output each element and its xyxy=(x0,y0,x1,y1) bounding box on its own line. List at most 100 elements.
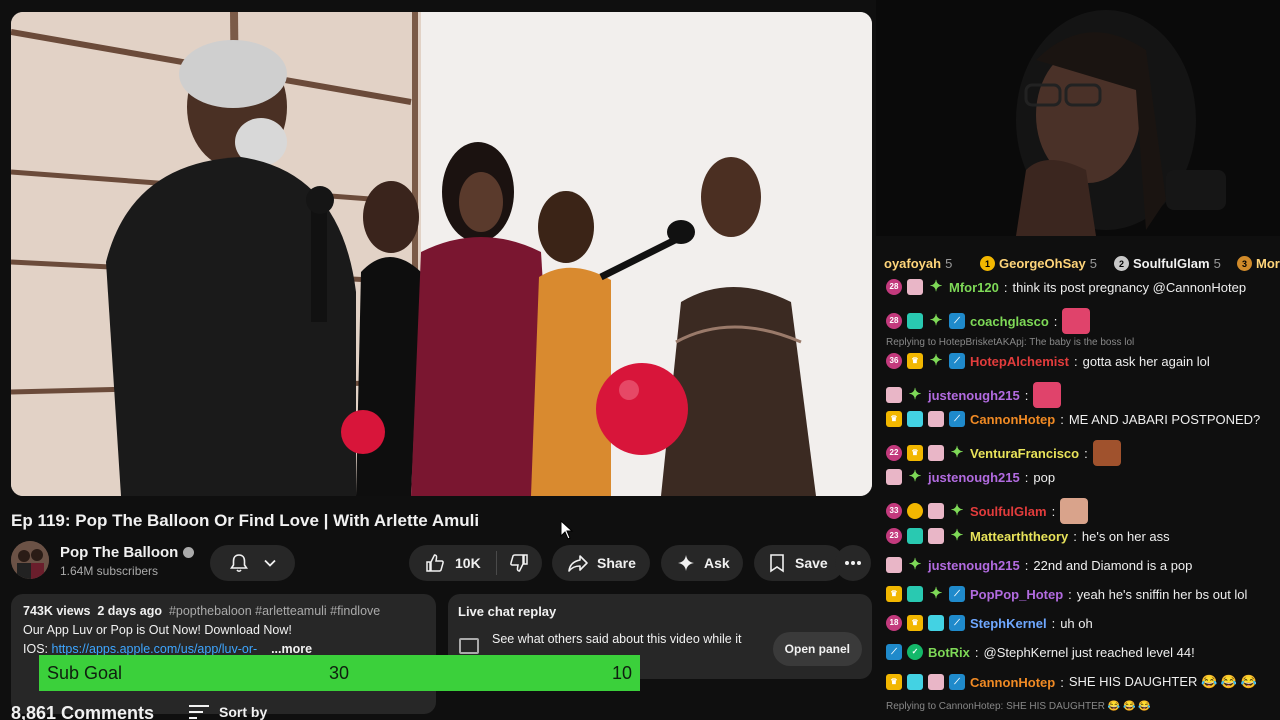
video-player[interactable] xyxy=(11,12,872,496)
prime-badge-icon: ⟋ xyxy=(949,586,965,602)
chat-username[interactable]: CannonHotep xyxy=(970,412,1055,427)
chat-emote-icon xyxy=(1060,498,1089,524)
leaderboard-count: 5 xyxy=(1089,256,1097,271)
chat-text: pop xyxy=(1033,469,1056,485)
description-meta: 743K views 2 days ago #popthebaloon #arl… xyxy=(23,604,424,618)
chat-username[interactable]: VenturaFrancisco xyxy=(970,446,1079,461)
teal-badge-icon xyxy=(907,528,923,544)
chat-username[interactable]: CannonHotep xyxy=(970,675,1055,690)
webcam-image xyxy=(876,0,1280,236)
chat-reply-context: Replying to CannonHotep: SHE HIS DAUGHTE… xyxy=(886,701,1151,712)
show-more-link[interactable]: ...more xyxy=(271,642,312,656)
chat-message: ⟋ ✓ BotRix: @StephKernel just reached level… xyxy=(886,644,1195,660)
chat-text: he's on her ass xyxy=(1081,528,1170,544)
channel-avatar[interactable] xyxy=(11,541,49,579)
channel-name-text[interactable]: Pop The Balloon xyxy=(60,544,178,561)
chat-message: ♛ ⟋ CannonHotep: SHE HIS DAUGHTER 😂 😂 😂 xyxy=(886,674,1257,690)
chat-separator: : xyxy=(1024,387,1029,403)
prime-badge-icon: ⟋ xyxy=(949,411,965,427)
like-dislike-group: 10K xyxy=(409,545,542,581)
leaderboard-name: GeorgeOhSay xyxy=(999,256,1086,271)
chat-separator: : xyxy=(1073,353,1078,369)
ask-button[interactable]: Ask xyxy=(661,545,743,581)
sub-goal-label: Sub Goal xyxy=(47,662,123,683)
gift-badge-icon xyxy=(886,557,902,573)
star-badge-icon: ✦ xyxy=(929,278,943,295)
ask-label: Ask xyxy=(704,555,730,571)
chat-text: think its post pregnancy @CannonHotep xyxy=(1012,279,1247,295)
chat-text: yeah he's sniffin her bs out lol xyxy=(1076,586,1248,602)
crown-badge-icon: ♛ xyxy=(886,586,902,602)
chat-text: gotta ask her again lol xyxy=(1082,353,1210,369)
reply-text: Replying to CannonHotep: SHE HIS DAUGHTE… xyxy=(886,701,1151,712)
comment-count: 8,861 Comments xyxy=(11,703,155,720)
leaderboard-name: SoulfulGlam xyxy=(1133,256,1210,271)
sub-goal-current: 30 xyxy=(329,662,350,683)
crown-badge-icon: ♛ xyxy=(907,615,923,631)
more-actions-button[interactable] xyxy=(835,545,871,581)
chat-username[interactable]: justenough215 xyxy=(928,470,1020,485)
save-button[interactable]: Save xyxy=(754,545,844,581)
gift-badge-icon xyxy=(886,469,902,485)
chat-message: 28 ✦ Mfor120: think its post pregnancy @Can… xyxy=(886,279,1246,295)
chat-text: uh oh xyxy=(1060,615,1093,631)
chat-username[interactable]: StephKernel xyxy=(970,616,1047,631)
chat-username[interactable]: justenough215 xyxy=(928,558,1020,573)
bookmark-icon xyxy=(770,554,784,573)
hashtags[interactable]: #popthebaloon #arletteamuli #findlove xyxy=(169,604,380,618)
sub-badge-icon: 28 xyxy=(886,313,902,329)
prime-badge-icon: ⟋ xyxy=(949,615,965,631)
star-badge-icon: ✦ xyxy=(950,502,964,519)
sub-badge-icon: 33 xyxy=(886,503,902,519)
star-badge-icon: ✦ xyxy=(929,585,943,602)
description-ios-line: IOS: https://apps.apple.com/us/app/luv-o… xyxy=(23,642,424,656)
dislike-button[interactable] xyxy=(497,553,541,573)
chat-username[interactable]: Mfor120 xyxy=(949,280,999,295)
chat-separator: : xyxy=(1024,557,1029,573)
video-title: Ep 119: Pop The Balloon Or Find Love | W… xyxy=(11,511,480,530)
sub-badge-icon: 28 xyxy=(886,279,902,295)
channel-name[interactable]: Pop The Balloon xyxy=(60,544,195,561)
cyan-badge-icon xyxy=(907,411,923,427)
chat-username[interactable]: BotRix xyxy=(928,645,970,660)
open-panel-button[interactable]: Open panel xyxy=(772,632,862,666)
avatar-image xyxy=(11,541,49,579)
chat-message: 33 ✦ SoulfulGlam: xyxy=(886,498,1089,524)
chat-username[interactable]: HotepAlchemist xyxy=(970,354,1069,369)
coin-badge-icon xyxy=(907,503,923,519)
chat-text: @StephKernel just reached level 44! xyxy=(983,644,1195,660)
chat-message: 18 ♛ ⟋ StephKernel: uh oh xyxy=(886,615,1093,631)
chat-emote-icon xyxy=(1092,440,1121,466)
rank-badge: 1 xyxy=(980,256,995,271)
view-count: 743K views xyxy=(23,604,91,618)
gift-badge-icon xyxy=(907,279,923,295)
teal-badge-icon xyxy=(907,313,923,329)
chat-separator: : xyxy=(974,644,979,660)
sub-badge-icon: 23 xyxy=(886,528,902,544)
prime-badge-icon: ⟋ xyxy=(949,674,965,690)
chat-emote-icon xyxy=(1062,308,1091,334)
chat-separator: : xyxy=(1084,445,1088,461)
chat-username[interactable]: justenough215 xyxy=(928,388,1020,403)
subscription-bell-button[interactable] xyxy=(210,545,295,581)
live-chat-heading: Live chat replay xyxy=(458,604,557,619)
star-badge-icon: ✦ xyxy=(908,468,922,485)
chat-emote-icon xyxy=(1033,382,1062,408)
chat-reply-context: Replying to HotepBrisketAKApj: The baby … xyxy=(886,337,1134,348)
gift-badge-icon xyxy=(928,411,944,427)
thumbs-up-icon xyxy=(426,554,444,572)
chat-username[interactable]: SoulfulGlam xyxy=(970,504,1047,519)
leaderboard-entry: oyafoyah 5 xyxy=(884,256,952,271)
description-box[interactable]: 743K views 2 days ago #popthebaloon #arl… xyxy=(11,594,436,714)
share-button[interactable]: Share xyxy=(552,545,650,581)
like-button[interactable]: 10K xyxy=(409,551,497,575)
chat-username[interactable]: coachglasco xyxy=(970,314,1049,329)
live-chat-text: See what others said about this video wh… xyxy=(492,632,742,646)
chat-username[interactable]: Mattearththeory xyxy=(970,529,1068,544)
ios-app-link[interactable]: https://apps.apple.com/us/app/luv-or- xyxy=(52,642,258,656)
sort-by-button[interactable]: Sort by xyxy=(189,704,267,720)
chat-message: ✦ justenough215: xyxy=(886,382,1062,408)
mouse-cursor-icon xyxy=(560,520,574,540)
chat-username[interactable]: PopPop_Hotep xyxy=(970,587,1063,602)
reply-text: Replying to HotepBrisketAKApj: The baby … xyxy=(886,337,1135,348)
